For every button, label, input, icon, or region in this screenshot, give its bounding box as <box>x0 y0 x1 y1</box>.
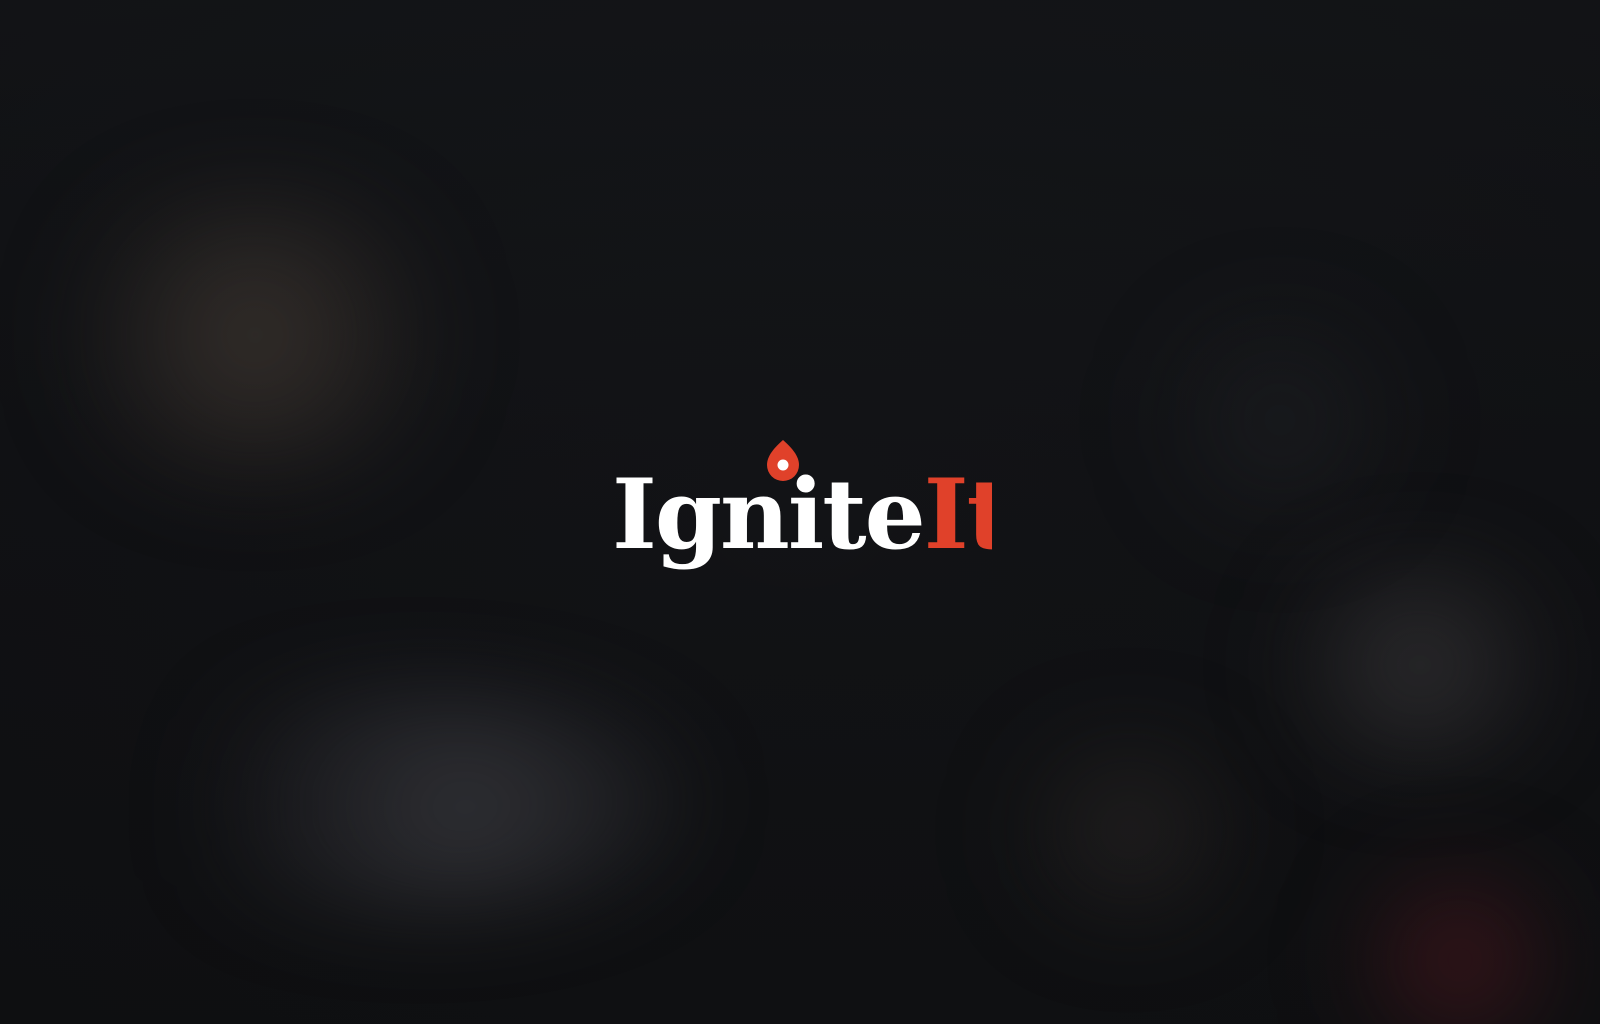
background-blur-blob <box>1000 730 1260 930</box>
logo-text-accent: It <box>924 458 992 571</box>
app-logo: IgniteIt <box>612 440 992 580</box>
background-blur-blob <box>1260 560 1580 770</box>
background-blur-blob <box>1130 300 1430 540</box>
background-blur-blob <box>1340 860 1580 1024</box>
background-blur-blob <box>130 690 690 910</box>
app-logo-graphic: IgniteIt <box>612 440 992 571</box>
splash-screen: IgniteIt <box>0 0 1600 1024</box>
flame-icon <box>767 440 799 481</box>
background-blur-blob <box>40 185 470 485</box>
logo-wordmark: IgniteIt <box>612 458 992 571</box>
logo-text-primary: Ignite <box>612 458 924 571</box>
